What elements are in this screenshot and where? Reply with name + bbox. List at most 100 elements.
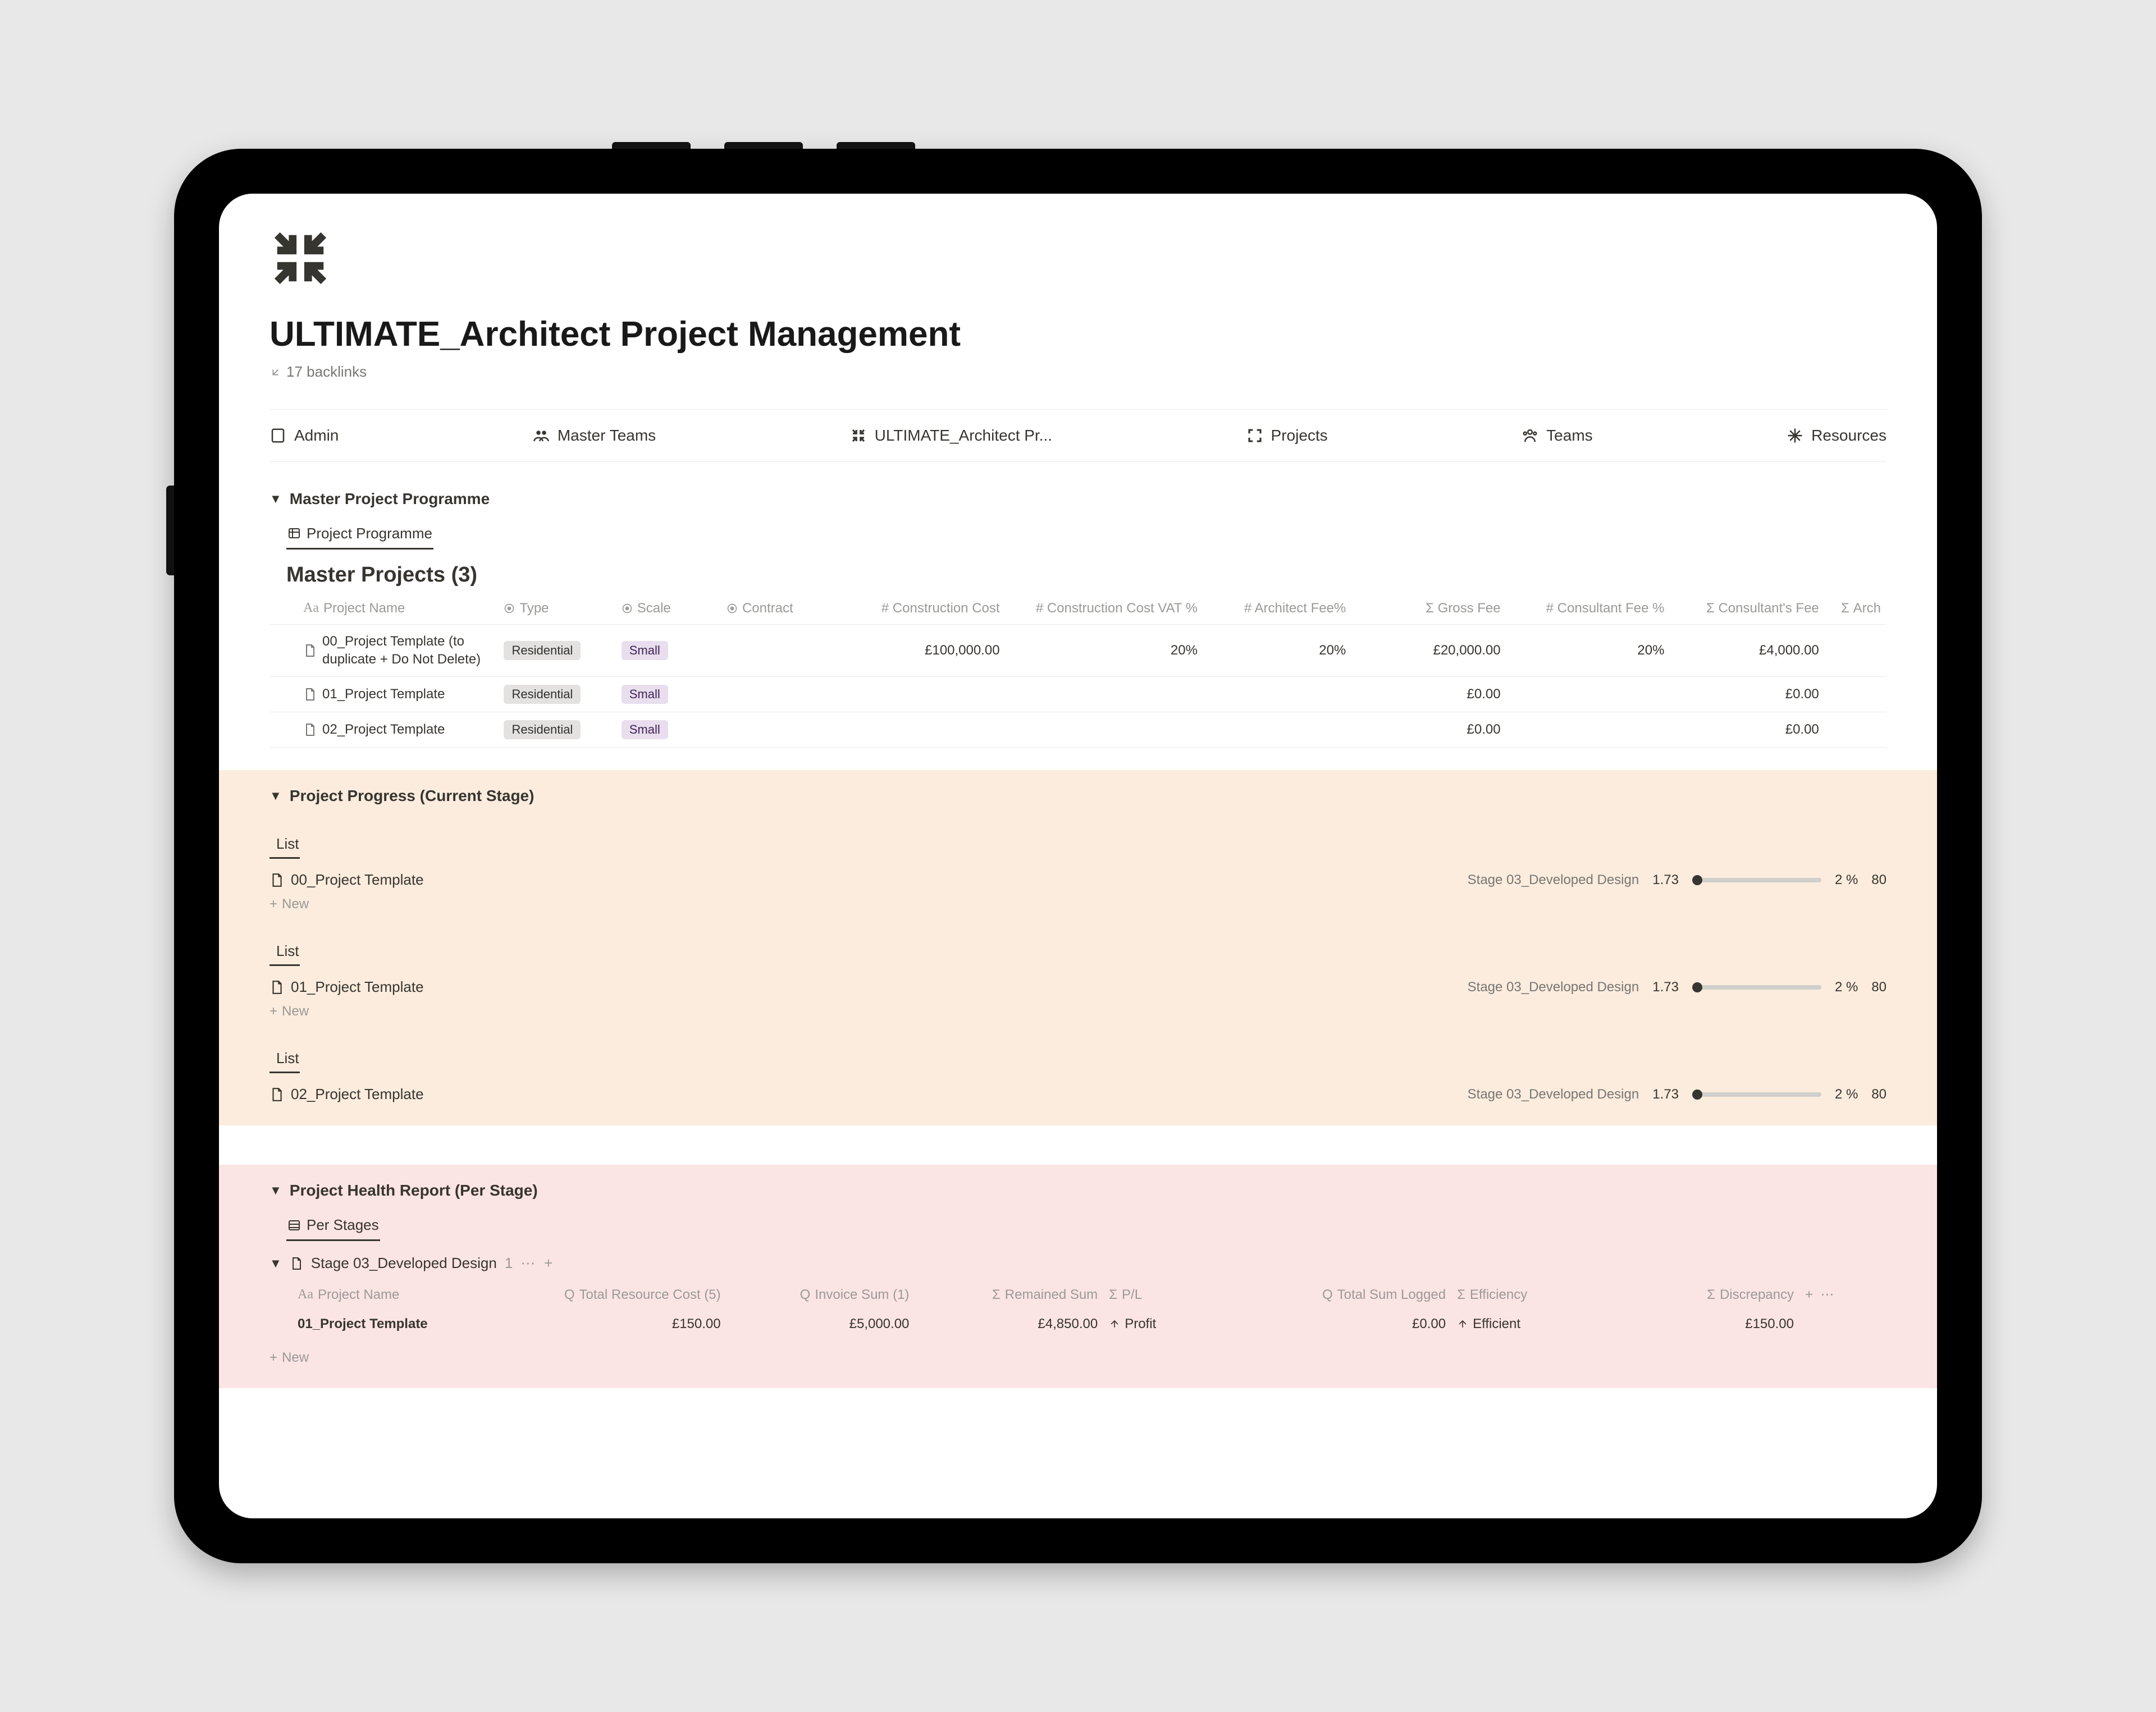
- collapse-arrows-icon: [270, 227, 1886, 292]
- construction-cost-cell[interactable]: [832, 677, 1005, 712]
- consult-fee-cell[interactable]: £4,000.00: [1670, 624, 1824, 677]
- contract-cell[interactable]: [721, 624, 832, 677]
- arch-fee-pct-cell[interactable]: [1203, 677, 1351, 712]
- contract-cell[interactable]: [721, 712, 832, 748]
- col-arch-fee-pct[interactable]: # Architect Fee%: [1203, 593, 1351, 625]
- col-vat[interactable]: # Construction Cost VAT %: [1006, 593, 1203, 625]
- backlinks-link[interactable]: 17 backlinks: [270, 363, 367, 381]
- efficiency-cell[interactable]: Efficient: [1451, 1310, 1611, 1339]
- device-top-buttons: [612, 142, 915, 149]
- col-consult-fee-pct[interactable]: # Consultant Fee %: [1506, 593, 1670, 625]
- arrow-up-icon: [1457, 1319, 1468, 1330]
- project-name-cell[interactable]: 02_Project Template: [303, 721, 492, 739]
- vat-cell[interactable]: [1006, 677, 1203, 712]
- table-row[interactable]: 02_Project Template Residential Small £0…: [270, 712, 1886, 748]
- tab-project-programme[interactable]: Project Programme: [286, 519, 433, 550]
- health-group-row[interactable]: ▼ Stage 03_Developed Design 1 ⋯ +: [270, 1255, 1886, 1272]
- hcol-discrepancy[interactable]: ΣDiscrepancy: [1611, 1280, 1799, 1310]
- nav-label: Resources: [1811, 427, 1886, 445]
- hcol-pl[interactable]: ΣP/L: [1103, 1280, 1234, 1310]
- arch-fee-pct-cell[interactable]: [1203, 712, 1351, 748]
- resource-cost-cell[interactable]: £150.00: [487, 1310, 726, 1339]
- new-label: New: [282, 896, 309, 912]
- nav-master-teams[interactable]: Master Teams: [533, 427, 656, 445]
- page-icon: [303, 723, 317, 736]
- progress-header[interactable]: ▼ Project Progress (Current Stage): [270, 787, 1886, 805]
- gross-fee-cell[interactable]: £20,000.00: [1351, 624, 1506, 677]
- col-consult-fee[interactable]: Σ Consultant's Fee: [1670, 593, 1824, 625]
- hcol-logged[interactable]: QTotal Sum Logged: [1234, 1280, 1451, 1310]
- tab-list[interactable]: List: [270, 831, 300, 859]
- progress-pct: 2 %: [1835, 872, 1858, 888]
- hcol-name[interactable]: AaProject Name: [270, 1280, 487, 1310]
- nav-projects[interactable]: Projects: [1246, 427, 1328, 445]
- hcol-resource-cost[interactable]: QTotal Resource Cost (5): [487, 1280, 726, 1310]
- project-name-cell[interactable]: 00_Project Template (toduplicate + Do No…: [303, 633, 492, 669]
- invoice-sum-cell[interactable]: £5,000.00: [727, 1310, 915, 1339]
- gross-fee-cell[interactable]: £0.00: [1351, 712, 1506, 748]
- col-arch[interactable]: Σ Arch: [1825, 593, 1886, 625]
- nav-teams[interactable]: Teams: [1522, 427, 1592, 445]
- col-type[interactable]: Type: [498, 593, 615, 625]
- tab-list[interactable]: List: [270, 1045, 300, 1073]
- pl-cell[interactable]: Profit: [1103, 1310, 1234, 1339]
- arch-fee-pct-cell[interactable]: 20%: [1203, 624, 1351, 677]
- vat-cell[interactable]: 20%: [1006, 624, 1203, 677]
- table-row[interactable]: 00_Project Template (toduplicate + Do No…: [270, 624, 1886, 677]
- progress-pct: 2 %: [1835, 1087, 1858, 1102]
- nav-resources[interactable]: Resources: [1787, 427, 1886, 445]
- contract-cell[interactable]: [721, 677, 832, 712]
- new-item-button[interactable]: +New: [270, 896, 1886, 912]
- master-programme-header[interactable]: ▼ Master Project Programme: [270, 490, 1886, 508]
- progress-item-row[interactable]: 01_Project Template Stage 03_Developed D…: [270, 978, 1886, 996]
- progress-item-row[interactable]: 02_Project Template Stage 03_Developed D…: [270, 1086, 1886, 1103]
- table-row[interactable]: 01_Project Template Residential Small £0…: [270, 677, 1886, 712]
- project-name-cell[interactable]: 01_Project Template: [270, 1310, 487, 1339]
- consult-fee-pct-cell[interactable]: [1506, 712, 1670, 748]
- page-icon: [290, 1257, 303, 1270]
- hcol-efficiency[interactable]: ΣEfficiency: [1451, 1280, 1611, 1310]
- tab-list[interactable]: List: [270, 938, 300, 966]
- project-name-cell[interactable]: 01_Project Template: [303, 685, 492, 703]
- consult-fee-pct-cell[interactable]: [1506, 677, 1670, 712]
- logged-cell[interactable]: £0.00: [1234, 1310, 1451, 1339]
- consult-fee-cell[interactable]: £0.00: [1670, 677, 1824, 712]
- nav-label: Projects: [1271, 427, 1328, 445]
- col-gross-fee[interactable]: Σ Gross Fee: [1351, 593, 1506, 625]
- hcol-actions[interactable]: + ⋯: [1799, 1280, 1886, 1310]
- consult-fee-cell[interactable]: £0.00: [1670, 712, 1824, 748]
- health-header[interactable]: ▼ Project Health Report (Per Stage): [270, 1182, 1886, 1200]
- col-contract[interactable]: Contract: [721, 593, 832, 625]
- consult-fee-pct-cell[interactable]: 20%: [1506, 624, 1670, 677]
- construction-cost-cell[interactable]: [832, 712, 1005, 748]
- more-icon[interactable]: ⋯: [520, 1255, 536, 1272]
- new-row-button[interactable]: + New: [270, 1350, 1886, 1366]
- stage-label: Stage 03_Developed Design: [1468, 979, 1639, 995]
- table-row[interactable]: 01_Project Template £150.00 £5,000.00 £4…: [270, 1310, 1886, 1339]
- vat-cell[interactable]: [1006, 712, 1203, 748]
- col-project-name[interactable]: AaProject Name: [270, 593, 498, 625]
- page-title: ULTIMATE_Architect Project Management: [270, 314, 1886, 354]
- plus-icon: +: [270, 1350, 277, 1366]
- section-title: Master Project Programme: [290, 490, 490, 508]
- progress-bar: [1692, 985, 1821, 990]
- col-scale[interactable]: Scale: [616, 593, 721, 625]
- construction-cost-cell[interactable]: £100,000.00: [832, 624, 1005, 677]
- progress-pct: 2 %: [1835, 979, 1858, 995]
- nav-label: Admin: [294, 427, 339, 445]
- progress-item-row[interactable]: 00_Project Template Stage 03_Developed D…: [270, 871, 1886, 889]
- tab-per-stages[interactable]: Per Stages: [286, 1211, 380, 1241]
- nav-admin[interactable]: Admin: [270, 427, 339, 445]
- hcol-remained[interactable]: ΣRemained Sum: [915, 1280, 1103, 1310]
- add-icon[interactable]: +: [544, 1255, 552, 1272]
- remained-cell[interactable]: £4,850.00: [915, 1310, 1103, 1339]
- gross-fee-cell[interactable]: £0.00: [1351, 677, 1506, 712]
- nav-label: Master Teams: [558, 427, 656, 445]
- device-side-button: [166, 486, 174, 575]
- discrepancy-cell[interactable]: £150.00: [1611, 1310, 1799, 1339]
- col-construction-cost[interactable]: # Construction Cost: [832, 593, 1005, 625]
- table-header-row: AaProject Name Type Scale Contract # Con…: [270, 593, 1886, 625]
- new-item-button[interactable]: +New: [270, 1004, 1886, 1019]
- hcol-invoice[interactable]: QInvoice Sum (1): [727, 1280, 915, 1310]
- nav-ultimate-architect[interactable]: ULTIMATE_Architect Pr...: [850, 427, 1052, 445]
